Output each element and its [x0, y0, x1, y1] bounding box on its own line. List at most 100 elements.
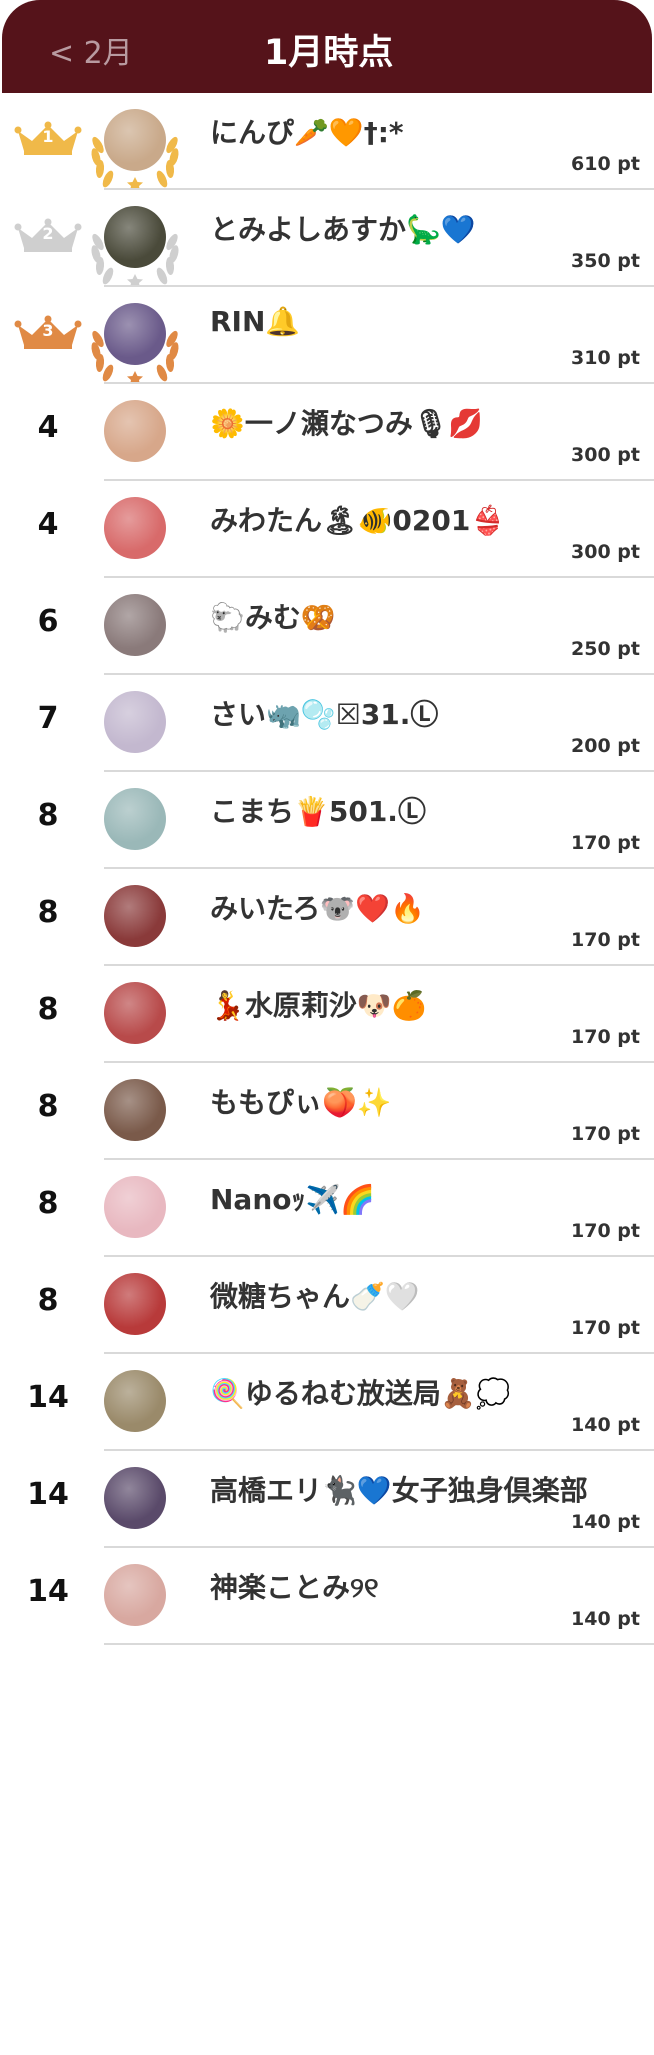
- streamer-name[interactable]: 🍭ゆるねむ放送局🧸💭: [210, 1372, 511, 1412]
- avatar-frame: [104, 1273, 166, 1335]
- streamer-name[interactable]: 🌼一ノ瀬なつみ🎙💋: [210, 402, 483, 442]
- rank-number: 7: [37, 701, 59, 736]
- avatar-frame: [104, 400, 166, 462]
- header-bar: < 2月 1月時点: [2, 0, 652, 93]
- avatar-frame: [104, 788, 166, 850]
- rank-number: 3: [42, 321, 54, 340]
- avatar-frame: [104, 594, 166, 656]
- streamer-name[interactable]: みわたん🏝🐠0201👙: [210, 499, 505, 539]
- avatar[interactable]: [104, 109, 166, 171]
- ranking-row[interactable]: 14 神楽ことみ୨୧ 140 pt: [0, 1548, 654, 1645]
- streamer-name[interactable]: みいたろ🐨❤️🔥: [210, 887, 425, 927]
- streamer-name[interactable]: 微糖ちゃん🍼🤍: [210, 1275, 420, 1315]
- avatar-frame: [104, 885, 166, 947]
- avatar-frame: [104, 1370, 166, 1432]
- avatar[interactable]: [104, 691, 166, 753]
- points-value: 300 pt: [571, 541, 640, 563]
- points-value: 610 pt: [571, 153, 640, 175]
- ranking-row[interactable]: 8 こまち🍟501.Ⓛ 170 pt: [0, 772, 654, 869]
- avatar[interactable]: [104, 982, 166, 1044]
- rank-number: 14: [27, 1380, 69, 1415]
- avatar[interactable]: [104, 1079, 166, 1141]
- avatar-frame: [91, 303, 179, 383]
- streamer-name[interactable]: こまち🍟501.Ⓛ: [210, 790, 426, 830]
- avatar[interactable]: [104, 1467, 166, 1529]
- streamer-name[interactable]: Nanoｯ✈️🌈: [210, 1178, 375, 1218]
- ranking-row[interactable]: 14 🍭ゆるねむ放送局🧸💭 140 pt: [0, 1354, 654, 1451]
- ranking-row[interactable]: 14 高橋エリ🐈‍⬛💙女子独身倶楽部 140 pt: [0, 1451, 654, 1548]
- streamer-name[interactable]: ももぴぃ🍑✨: [210, 1081, 392, 1121]
- points-value: 140 pt: [571, 1511, 640, 1533]
- streamer-name[interactable]: さい🦏🫧☒31.Ⓛ: [210, 693, 438, 733]
- streamer-name[interactable]: とみよしあすか🦕💙: [210, 208, 476, 248]
- streamer-name[interactable]: にんぴ🥕🧡†:*: [210, 111, 404, 151]
- points-value: 170 pt: [571, 1123, 640, 1145]
- streamer-name[interactable]: 高橋エリ🐈‍⬛💙女子独身倶楽部: [210, 1469, 588, 1509]
- avatar-frame: [104, 1467, 166, 1529]
- points-value: 170 pt: [571, 832, 640, 854]
- ranking-row[interactable]: 8 ももぴぃ🍑✨ 170 pt: [0, 1063, 654, 1160]
- rank-number: 4: [37, 410, 59, 445]
- ranking-row[interactable]: 8 Nanoｯ✈️🌈 170 pt: [0, 1160, 654, 1257]
- rank-number: 8: [37, 1283, 59, 1318]
- avatar-frame: [104, 1564, 166, 1626]
- points-value: 300 pt: [571, 444, 640, 466]
- avatar[interactable]: [104, 497, 166, 559]
- rank-number: 8: [37, 895, 59, 930]
- avatar-frame: [91, 206, 179, 286]
- streamer-name[interactable]: RIN🔔: [210, 305, 300, 338]
- streamer-name[interactable]: 神楽ことみ୨୧: [210, 1566, 379, 1606]
- avatar-frame: [104, 982, 166, 1044]
- points-value: 170 pt: [571, 1220, 640, 1242]
- ranking-row[interactable]: 3 RIN🔔 310 pt: [0, 287, 654, 384]
- points-value: 310 pt: [571, 347, 640, 369]
- ranking-row[interactable]: 4 みわたん🏝🐠0201👙 300 pt: [0, 481, 654, 578]
- points-value: 140 pt: [571, 1414, 640, 1436]
- streamer-name[interactable]: 💃水原莉沙🐶🍊: [210, 984, 427, 1024]
- avatar[interactable]: [104, 400, 166, 462]
- ranking-row[interactable]: 1 にんぴ🥕🧡†:* 610 pt: [0, 93, 654, 190]
- rank-number: 14: [27, 1477, 69, 1512]
- avatar[interactable]: [104, 303, 166, 365]
- avatar[interactable]: [104, 1564, 166, 1626]
- rank-number: 14: [27, 1574, 69, 1609]
- avatar[interactable]: [104, 594, 166, 656]
- points-value: 350 pt: [571, 250, 640, 272]
- ranking-row[interactable]: 2 とみよしあすか🦕💙 350 pt: [0, 190, 654, 287]
- avatar-frame: [104, 691, 166, 753]
- points-value: 170 pt: [571, 929, 640, 951]
- avatar[interactable]: [104, 885, 166, 947]
- page-title: 1月時点: [264, 33, 394, 73]
- rank-number: 8: [37, 1186, 59, 1221]
- rank-number: 4: [37, 507, 59, 542]
- ranking-row[interactable]: 7 さい🦏🫧☒31.Ⓛ 200 pt: [0, 675, 654, 772]
- points-value: 200 pt: [571, 735, 640, 757]
- avatar[interactable]: [104, 788, 166, 850]
- avatar-frame: [104, 497, 166, 559]
- rank-number: 1: [42, 127, 54, 146]
- ranking-row[interactable]: 8 💃水原莉沙🐶🍊 170 pt: [0, 966, 654, 1063]
- rank-number: 6: [37, 604, 59, 639]
- rank-number: 8: [37, 992, 59, 1027]
- avatar[interactable]: [104, 1176, 166, 1238]
- back-to-february-button[interactable]: < 2月: [49, 28, 133, 72]
- points-value: 140 pt: [571, 1608, 640, 1630]
- ranking-list: 1 にんぴ🥕🧡†:* 610 pt 2 とみよしあすか🦕💙 350 pt 3 RIN🔔 310 …: [0, 93, 654, 1645]
- ranking-row[interactable]: 4 🌼一ノ瀬なつみ🎙💋 300 pt: [0, 384, 654, 481]
- avatar-frame: [104, 1176, 166, 1238]
- avatar-frame: [91, 109, 179, 189]
- ranking-row[interactable]: 6 🐑みむ🥨 250 pt: [0, 578, 654, 675]
- avatar-frame: [104, 1079, 166, 1141]
- row-divider: [104, 1643, 654, 1645]
- streamer-name[interactable]: 🐑みむ🥨: [210, 596, 336, 636]
- ranking-row[interactable]: 8 みいたろ🐨❤️🔥 170 pt: [0, 869, 654, 966]
- points-value: 170 pt: [571, 1026, 640, 1048]
- avatar[interactable]: [104, 1273, 166, 1335]
- ranking-row[interactable]: 8 微糖ちゃん🍼🤍 170 pt: [0, 1257, 654, 1354]
- avatar[interactable]: [104, 1370, 166, 1432]
- rank-number: 8: [37, 798, 59, 833]
- points-value: 250 pt: [571, 638, 640, 660]
- rank-number: 8: [37, 1089, 59, 1124]
- avatar[interactable]: [104, 206, 166, 268]
- points-value: 170 pt: [571, 1317, 640, 1339]
